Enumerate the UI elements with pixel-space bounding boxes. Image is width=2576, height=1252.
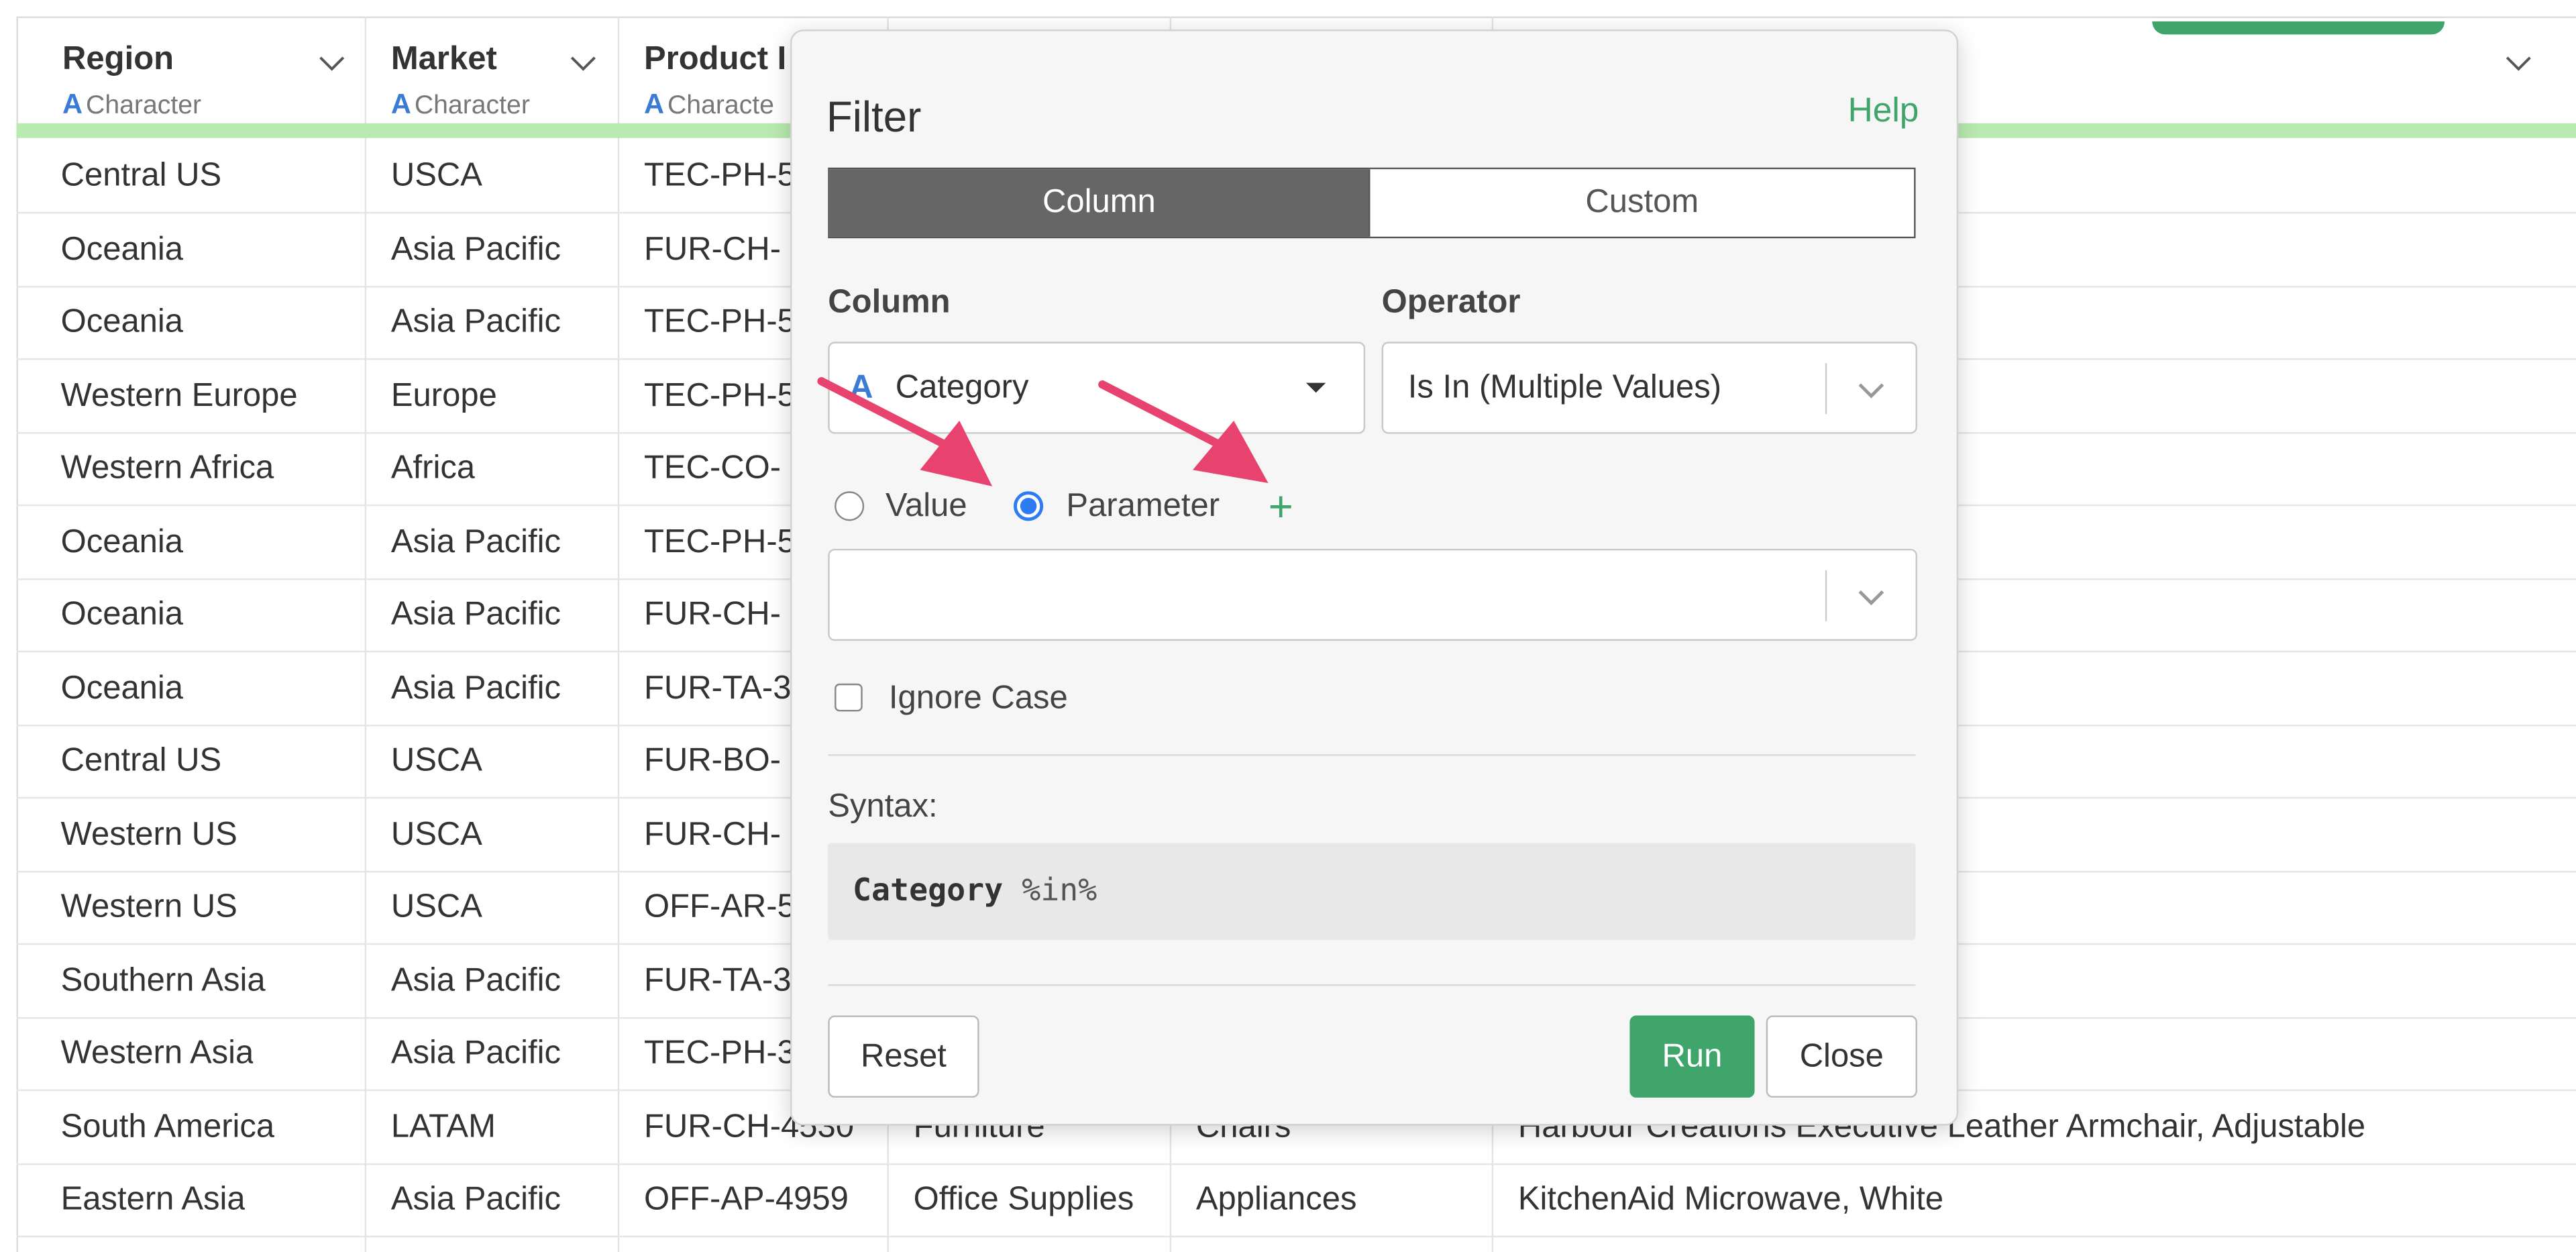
cell-product-id: TEC-PH-3 (644, 1035, 796, 1072)
cell-region: Oceania (60, 596, 184, 633)
syntax-code: Category %in% (853, 872, 1097, 909)
help-link[interactable]: Help (1848, 92, 1919, 132)
cell-product-id: TEC-PH-5 (644, 158, 796, 194)
column-header-name: Market (390, 41, 497, 78)
cell-region: Oceania (60, 523, 184, 560)
cell-product-id: TEC-PH-5 (644, 304, 796, 340)
cell-market: Africa (390, 450, 476, 486)
column-type-label: A Character (390, 89, 530, 120)
column-header-name: Region (62, 41, 174, 78)
select-separator (1825, 363, 1827, 415)
cell-product-id: OFF-AP-4959 (644, 1181, 849, 1218)
filter-type-toggle: Column Custom (828, 167, 1916, 239)
operator-select[interactable]: Is In (Multiple Values) (1381, 342, 1917, 434)
table-row[interactable]: Eastern Asia Asia Pacific OFF-AP-4959 Offic… (16, 1163, 2576, 1238)
add-parameter-icon[interactable]: + (1269, 484, 1293, 527)
filter-dialog: Filter Help Column Custom Column Operato… (790, 21, 2445, 1126)
dialog-title: Filter (826, 92, 922, 142)
value-radio-label[interactable]: Value (885, 488, 967, 525)
character-type-icon: A (62, 89, 83, 120)
cell-product-id: TEC-CO- (644, 450, 782, 486)
cell-region: Oceania (60, 231, 184, 267)
column-header-market[interactable]: Market A Character (366, 16, 618, 123)
cell-market: Europe (390, 377, 497, 413)
cell-region: Western Africa (60, 450, 274, 486)
cell-market: Asia Pacific (390, 961, 561, 998)
cell-product-id: FUR-CH- (644, 815, 782, 852)
syntax-preview: Category %in% (828, 843, 1916, 940)
tab-custom[interactable]: Custom (1368, 169, 1915, 237)
cell-product-id: OFF-AR-5 (644, 888, 796, 925)
chevron-down-icon[interactable] (2504, 52, 2533, 72)
run-button[interactable]: Run (1629, 1015, 1755, 1098)
chevron-down-icon[interactable] (568, 52, 598, 72)
cell-market: Asia Pacific (390, 304, 561, 340)
cell-market: USCA (390, 158, 482, 194)
cell-sub-category: Appliances (1195, 1181, 1357, 1218)
value-radio[interactable] (835, 491, 865, 521)
column-select-value: Category (895, 370, 1029, 406)
reset-button[interactable]: Reset (828, 1015, 979, 1098)
cell-category: Office Supplies (913, 1181, 1134, 1218)
cell-region: South America (60, 1108, 275, 1145)
cell-market: USCA (390, 888, 482, 925)
cell-region: Central US (60, 158, 222, 194)
cell-region: Western US (60, 888, 237, 925)
cell-region: Western Europe (60, 377, 298, 413)
tab-column[interactable]: Column (829, 169, 1369, 237)
cell-product-id: TEC-PH-5 (644, 377, 796, 413)
cell-market: Asia Pacific (390, 1035, 561, 1072)
chevron-down-icon[interactable] (317, 52, 347, 72)
cell-product-id: FUR-TA-3 (644, 669, 792, 706)
cell-market: Asia Pacific (390, 669, 561, 706)
cell-market: LATAM (390, 1108, 496, 1145)
divider (828, 754, 1916, 756)
cell-market: Asia Pacific (390, 596, 561, 633)
column-type-label: A Character (62, 89, 202, 120)
cell-region: Eastern Asia (60, 1181, 246, 1218)
column-header-name: Product I (644, 41, 787, 78)
ignore-case-checkbox[interactable] (835, 683, 863, 712)
cell-region: Western US (60, 815, 237, 852)
operator-label: Operator (1381, 284, 1521, 321)
column-label: Column (828, 284, 951, 321)
cell-market: USCA (390, 742, 482, 779)
character-type-icon: A (390, 89, 411, 120)
cell-market: Asia Pacific (390, 231, 561, 267)
column-header-region[interactable]: Region A Character (36, 16, 365, 123)
cell-region: Oceania (60, 669, 184, 706)
close-button[interactable]: Close (1766, 1015, 1917, 1098)
ignore-case-label[interactable]: Ignore Case (889, 680, 1068, 718)
cell-product-id: FUR-CH- (644, 231, 782, 267)
cell-region: Oceania (60, 304, 184, 340)
cell-product-id: FUR-BO- (644, 742, 782, 779)
syntax-label: Syntax: (828, 788, 938, 825)
chevron-down-icon (1858, 383, 1884, 399)
cell-product-id: TEC-PH-5 (644, 523, 796, 560)
dialog-top-tab-edge (2152, 21, 2445, 35)
cell-market: Asia Pacific (390, 523, 561, 560)
cell-region: Western Asia (60, 1035, 254, 1072)
caret-down-icon (1305, 382, 1326, 393)
cell-market: Asia Pacific (390, 1181, 561, 1218)
chevron-down-icon (1858, 590, 1884, 606)
parameter-radio[interactable] (1014, 491, 1044, 521)
cell-product-id: FUR-CH- (644, 596, 782, 633)
operator-select-value: Is In (Multiple Values) (1407, 370, 1722, 406)
cell-product-name: KitchenAid Microwave, White (1517, 1181, 1944, 1218)
cell-region: Central US (60, 742, 222, 779)
character-type-icon: A (644, 89, 665, 120)
cell-region: Southern Asia (60, 961, 266, 998)
parameter-radio-label[interactable]: Parameter (1066, 488, 1220, 525)
select-separator (1825, 570, 1827, 621)
character-type-icon: A (849, 370, 873, 406)
column-select[interactable]: A Category (828, 342, 1366, 434)
parameter-select[interactable] (828, 548, 1917, 641)
divider (828, 984, 1916, 986)
column-type-label: A Characte (644, 89, 774, 120)
cell-product-id: FUR-TA-3 (644, 961, 792, 998)
cell-market: USCA (390, 815, 482, 852)
